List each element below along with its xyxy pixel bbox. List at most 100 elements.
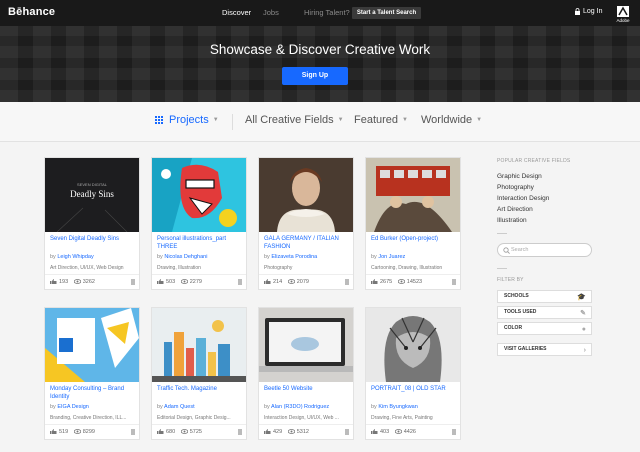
project-thumbnail[interactable]: [152, 308, 246, 382]
search-input[interactable]: Search: [497, 243, 592, 257]
project-card[interactable]: Beetle 50 Website by Alan (R3DO) Rodrigu…: [258, 307, 354, 440]
svg-text:Deadly Sins: Deadly Sins: [70, 189, 114, 199]
chevron-right-icon: ›: [583, 347, 586, 354]
project-title[interactable]: PORTRAIT_08 | OLD STAR: [366, 382, 460, 402]
project-thumbnail[interactable]: [152, 158, 246, 232]
save-icon[interactable]: [452, 429, 456, 435]
project-card[interactable]: SEVEN DIGITAL Deadly Sins Seven Digital …: [44, 157, 140, 290]
chevron-down-icon: ▼: [337, 117, 344, 124]
project-card[interactable]: Monday Consulting – Brand Identity by EI…: [44, 307, 140, 440]
visit-galleries-label: VISIT GALLERIES: [504, 346, 547, 352]
nav-jobs[interactable]: Jobs: [263, 8, 279, 17]
divider: [497, 268, 507, 269]
project-title[interactable]: Beetle 50 Website: [259, 382, 353, 402]
field-link-illustration[interactable]: Illustration: [497, 215, 549, 226]
author-link[interactable]: Kim Byungkwan: [378, 404, 417, 410]
project-thumbnail[interactable]: SEVEN DIGITAL Deadly Sins: [45, 158, 139, 232]
project-title[interactable]: Monday Consulting – Brand Identity: [45, 382, 139, 402]
project-author: by Leigh Whipday: [45, 252, 139, 263]
field-link-photography[interactable]: Photography: [497, 182, 549, 193]
save-icon[interactable]: [131, 429, 135, 435]
save-icon[interactable]: [345, 429, 349, 435]
project-card[interactable]: Personal illustrations_part THREE by Nic…: [151, 157, 247, 290]
save-icon[interactable]: [238, 279, 242, 285]
region-label: Worldwide: [421, 114, 473, 126]
behance-logo[interactable]: Bēhance: [8, 6, 55, 18]
project-title[interactable]: GALA GERMANY / ITALIAN FASHION: [259, 232, 353, 252]
like-count: 193: [59, 279, 69, 285]
project-card[interactable]: Ed Burker (Open-project) by Jon Juarez C…: [365, 157, 461, 290]
project-stats: 503 2279: [152, 274, 246, 289]
project-thumbnail[interactable]: [259, 308, 353, 382]
author-link[interactable]: Adam Quest: [164, 404, 195, 410]
project-stats: 403 4426: [366, 424, 460, 439]
author-link[interactable]: EIGA Design: [57, 404, 89, 410]
save-icon[interactable]: [345, 279, 349, 285]
eye-icon: [394, 429, 402, 434]
svg-text:SEVEN DIGITAL: SEVEN DIGITAL: [77, 182, 108, 187]
adobe-logo: Adobe: [616, 6, 630, 23]
save-icon[interactable]: [452, 279, 456, 285]
project-fields: Photography: [264, 265, 293, 271]
author-link[interactable]: Jon Juarez: [378, 254, 405, 260]
color-filter-button[interactable]: COLOR ●: [497, 322, 592, 335]
author-link[interactable]: Elizaveta Porodina: [271, 254, 317, 260]
project-thumbnail[interactable]: [45, 308, 139, 382]
project-stats: 193 3262: [45, 274, 139, 289]
author-link[interactable]: Leigh Whipday: [57, 254, 93, 260]
talent-search-button[interactable]: Start a Talent Search: [352, 7, 421, 19]
project-stats: 680 5725: [152, 424, 246, 439]
author-link[interactable]: Nicolas Dehghani: [164, 254, 207, 260]
project-thumbnail[interactable]: [366, 158, 460, 232]
login-link[interactable]: Log In: [583, 8, 602, 15]
save-icon[interactable]: [131, 279, 135, 285]
project-title[interactable]: Traffic Tech. Magazine: [152, 382, 246, 402]
featured-filter[interactable]: Featured ▼: [354, 114, 408, 126]
eye-icon: [73, 279, 81, 284]
project-title[interactable]: Ed Burker (Open-project): [366, 232, 460, 252]
field-link-interaction-design[interactable]: Interaction Design: [497, 193, 549, 204]
schools-label: SCHOOLS: [504, 293, 529, 299]
project-fields: Editorial Design, Graphic Desig...: [157, 415, 231, 421]
region-filter[interactable]: Worldwide ▼: [421, 114, 482, 126]
schools-filter-button[interactable]: SCHOOLS 🎓: [497, 290, 592, 303]
save-icon[interactable]: [238, 429, 242, 435]
projects-label: Projects: [169, 114, 209, 126]
like-count: 429: [273, 429, 283, 435]
eye-icon: [180, 279, 188, 284]
project-fields: Drawing, Fine Arts, Painting: [371, 415, 433, 421]
popular-fields-heading: POPULAR CREATIVE FIELDS: [497, 158, 571, 164]
field-link-art-direction[interactable]: Art Direction: [497, 204, 549, 215]
project-fields: Art Direction, UI/UX, Web Design: [50, 265, 124, 271]
visit-galleries-button[interactable]: VISIT GALLERIES ›: [497, 343, 592, 356]
eye-icon: [180, 429, 188, 434]
like-count: 519: [59, 429, 69, 435]
project-card[interactable]: PORTRAIT_08 | OLD STAR by Kim Byungkwan …: [365, 307, 461, 440]
project-card[interactable]: GALA GERMANY / ITALIAN FASHION by Elizav…: [258, 157, 354, 290]
project-fields: Branding, Creative Direction, ILL...: [50, 415, 127, 421]
chevron-down-icon: ▼: [212, 117, 219, 124]
project-fields: Drawing, Illustration: [157, 265, 201, 271]
project-author: by Kim Byungkwan: [366, 402, 460, 413]
by-label: by: [371, 254, 377, 260]
filter-by-heading: FILTER BY: [497, 277, 524, 283]
nav-discover[interactable]: Discover: [222, 8, 251, 17]
sign-up-button[interactable]: Sign Up: [282, 67, 348, 85]
author-link[interactable]: Alan (R3DO) Rodriguez: [271, 404, 329, 410]
projects-filter[interactable]: Projects ▼: [155, 114, 219, 126]
project-author: by EIGA Design: [45, 402, 139, 413]
project-card[interactable]: Traffic Tech. Magazine by Adam Quest Edi…: [151, 307, 247, 440]
nav-hiring-talent[interactable]: Hiring Talent?: [304, 8, 350, 17]
featured-label: Featured: [354, 114, 399, 126]
project-thumbnail[interactable]: [366, 308, 460, 382]
creative-fields-filter[interactable]: All Creative Fields ▼: [245, 114, 344, 126]
project-thumbnail[interactable]: [259, 158, 353, 232]
by-label: by: [264, 254, 270, 260]
project-title[interactable]: Seven Digital Deadly Sins: [45, 232, 139, 252]
view-count: 2079: [296, 279, 309, 285]
creative-fields-label: All Creative Fields: [245, 114, 334, 126]
thumbs-up-icon: [264, 279, 271, 285]
field-link-graphic-design[interactable]: Graphic Design: [497, 171, 549, 182]
project-title[interactable]: Personal illustrations_part THREE: [152, 232, 246, 252]
tools-used-filter-button[interactable]: TOOLS USED ✎: [497, 306, 592, 319]
